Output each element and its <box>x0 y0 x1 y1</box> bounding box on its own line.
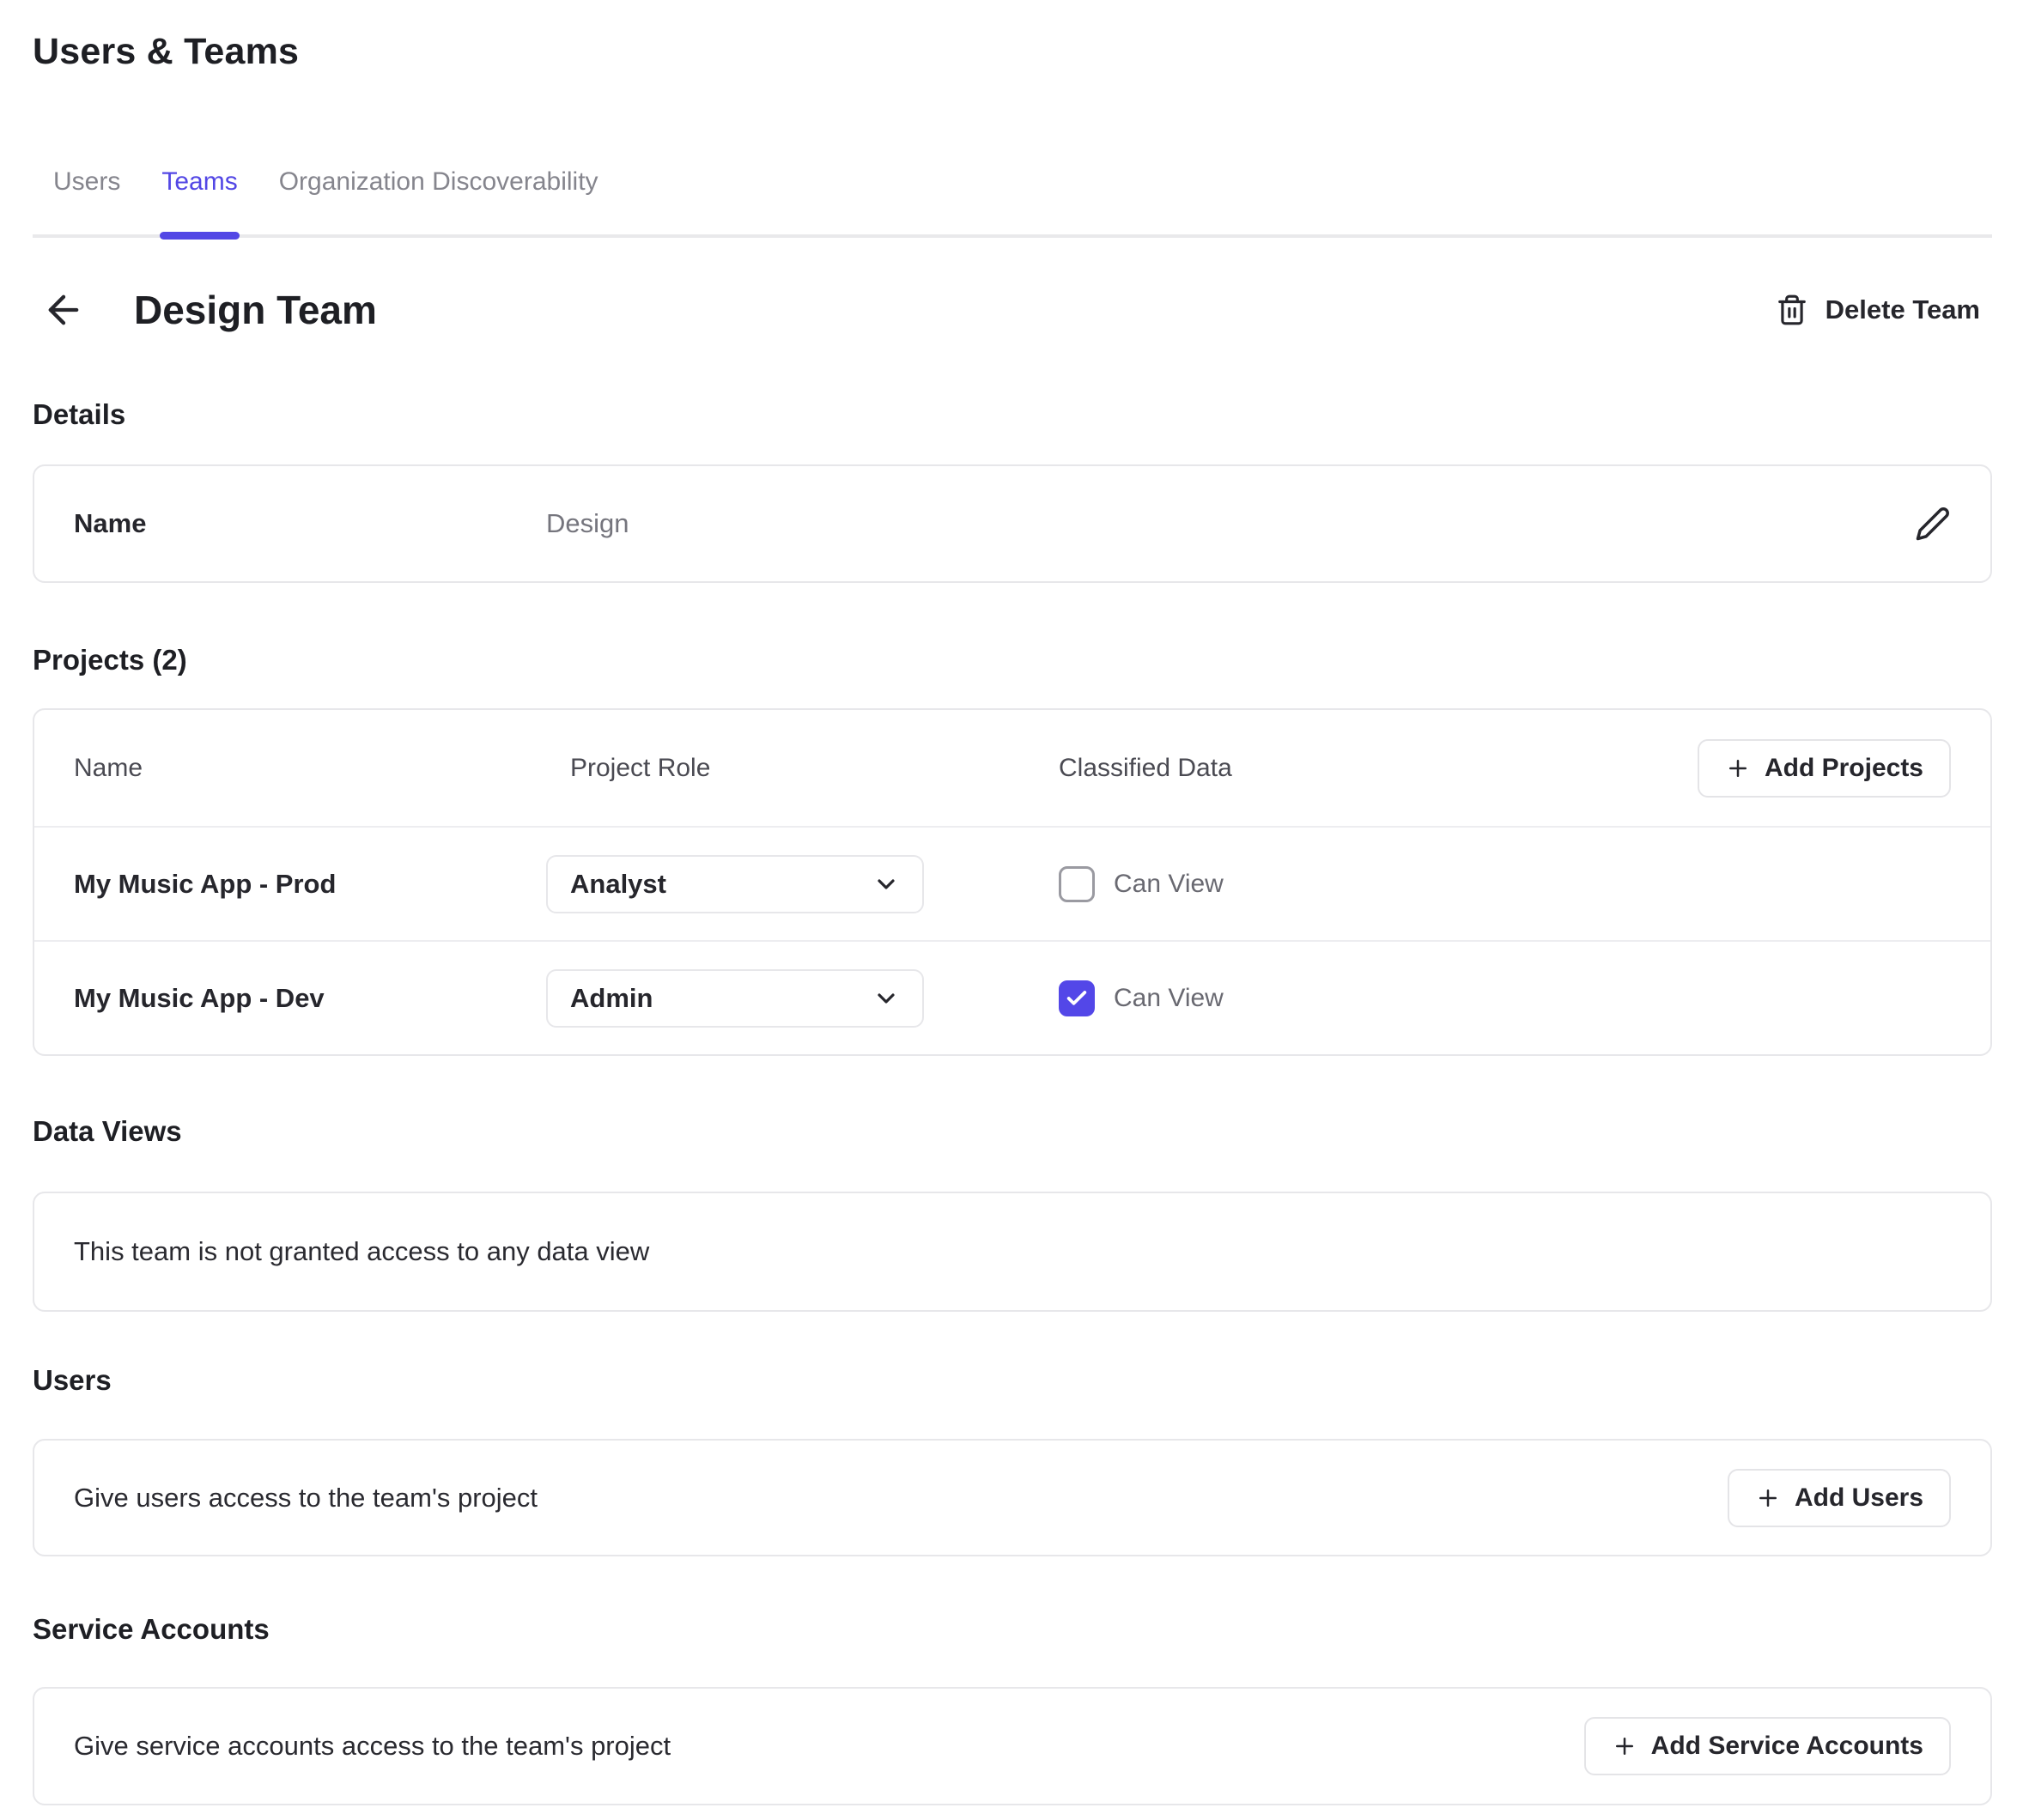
add-projects-label: Add Projects <box>1765 754 1923 783</box>
tab-organization-discoverability[interactable]: Organization Discoverability <box>258 167 619 234</box>
check-icon <box>1065 986 1089 1010</box>
team-header: Design Team Delete Team <box>33 286 1992 334</box>
tab-bar: Users Teams Organization Discoverability <box>33 167 1992 238</box>
project-role-select[interactable]: Analyst <box>546 855 924 913</box>
chevron-down-icon <box>872 871 900 898</box>
add-service-accounts-button[interactable]: Add Service Accounts <box>1584 1717 1951 1775</box>
data-views-empty-text: This team is not granted access to any d… <box>74 1236 649 1267</box>
project-row: My Music App - Dev Admin Can View <box>34 940 1990 1054</box>
project-row: My Music App - Prod Analyst Can View <box>34 826 1990 940</box>
add-service-accounts-label: Add Service Accounts <box>1651 1732 1923 1761</box>
project-role-select[interactable]: Admin <box>546 969 924 1028</box>
can-view-label: Can View <box>1114 984 1224 1013</box>
service-accounts-empty-text: Give service accounts access to the team… <box>74 1731 671 1762</box>
column-header-project-role: Project Role <box>546 754 1059 783</box>
project-name: My Music App - Prod <box>74 869 546 900</box>
can-view-checkbox[interactable] <box>1059 980 1095 1016</box>
name-value: Design <box>546 508 629 539</box>
column-header-name: Name <box>74 754 546 783</box>
add-users-button[interactable]: Add Users <box>1728 1469 1951 1527</box>
team-title: Design Team <box>134 287 377 333</box>
column-header-classified-data: Classified Data <box>1059 754 1232 783</box>
plus-icon <box>1755 1485 1781 1511</box>
arrow-left-icon <box>41 288 86 332</box>
users-heading: Users <box>33 1363 1992 1398</box>
tab-teams[interactable]: Teams <box>141 167 258 234</box>
trash-icon <box>1776 294 1808 326</box>
projects-card: Name Project Role Classified Data Add Pr… <box>33 708 1992 1056</box>
page-title: Users & Teams <box>33 31 1992 73</box>
details-heading: Details <box>33 397 1992 432</box>
plus-icon <box>1612 1733 1637 1759</box>
users-teams-page: Users & Teams Users Teams Organization D… <box>0 0 2023 1820</box>
name-label: Name <box>74 508 546 539</box>
projects-heading: Projects (2) <box>33 643 1992 677</box>
details-card: Name Design <box>33 464 1992 583</box>
service-accounts-card: Give service accounts access to the team… <box>33 1687 1992 1805</box>
chevron-down-icon <box>872 985 900 1012</box>
delete-team-label: Delete Team <box>1826 294 1980 325</box>
plus-icon <box>1725 755 1751 781</box>
can-view-label: Can View <box>1114 870 1224 899</box>
projects-table-header: Name Project Role Classified Data Add Pr… <box>34 710 1990 826</box>
edit-name-button[interactable] <box>1915 506 1951 542</box>
service-accounts-heading: Service Accounts <box>33 1612 1992 1647</box>
project-role-value: Admin <box>570 983 653 1014</box>
users-card: Give users access to the team's project … <box>33 1439 1992 1556</box>
tab-users[interactable]: Users <box>33 167 141 234</box>
pencil-icon <box>1915 506 1951 542</box>
users-empty-text: Give users access to the team's project <box>74 1483 538 1514</box>
delete-team-button[interactable]: Delete Team <box>1776 294 1980 326</box>
back-button[interactable] <box>39 286 88 334</box>
project-role-value: Analyst <box>570 869 666 900</box>
add-users-label: Add Users <box>1795 1483 1923 1513</box>
can-view-checkbox[interactable] <box>1059 866 1095 902</box>
data-views-heading: Data Views <box>33 1114 1992 1149</box>
add-projects-button[interactable]: Add Projects <box>1698 739 1951 798</box>
data-views-card: This team is not granted access to any d… <box>33 1192 1992 1312</box>
project-name: My Music App - Dev <box>74 983 546 1014</box>
